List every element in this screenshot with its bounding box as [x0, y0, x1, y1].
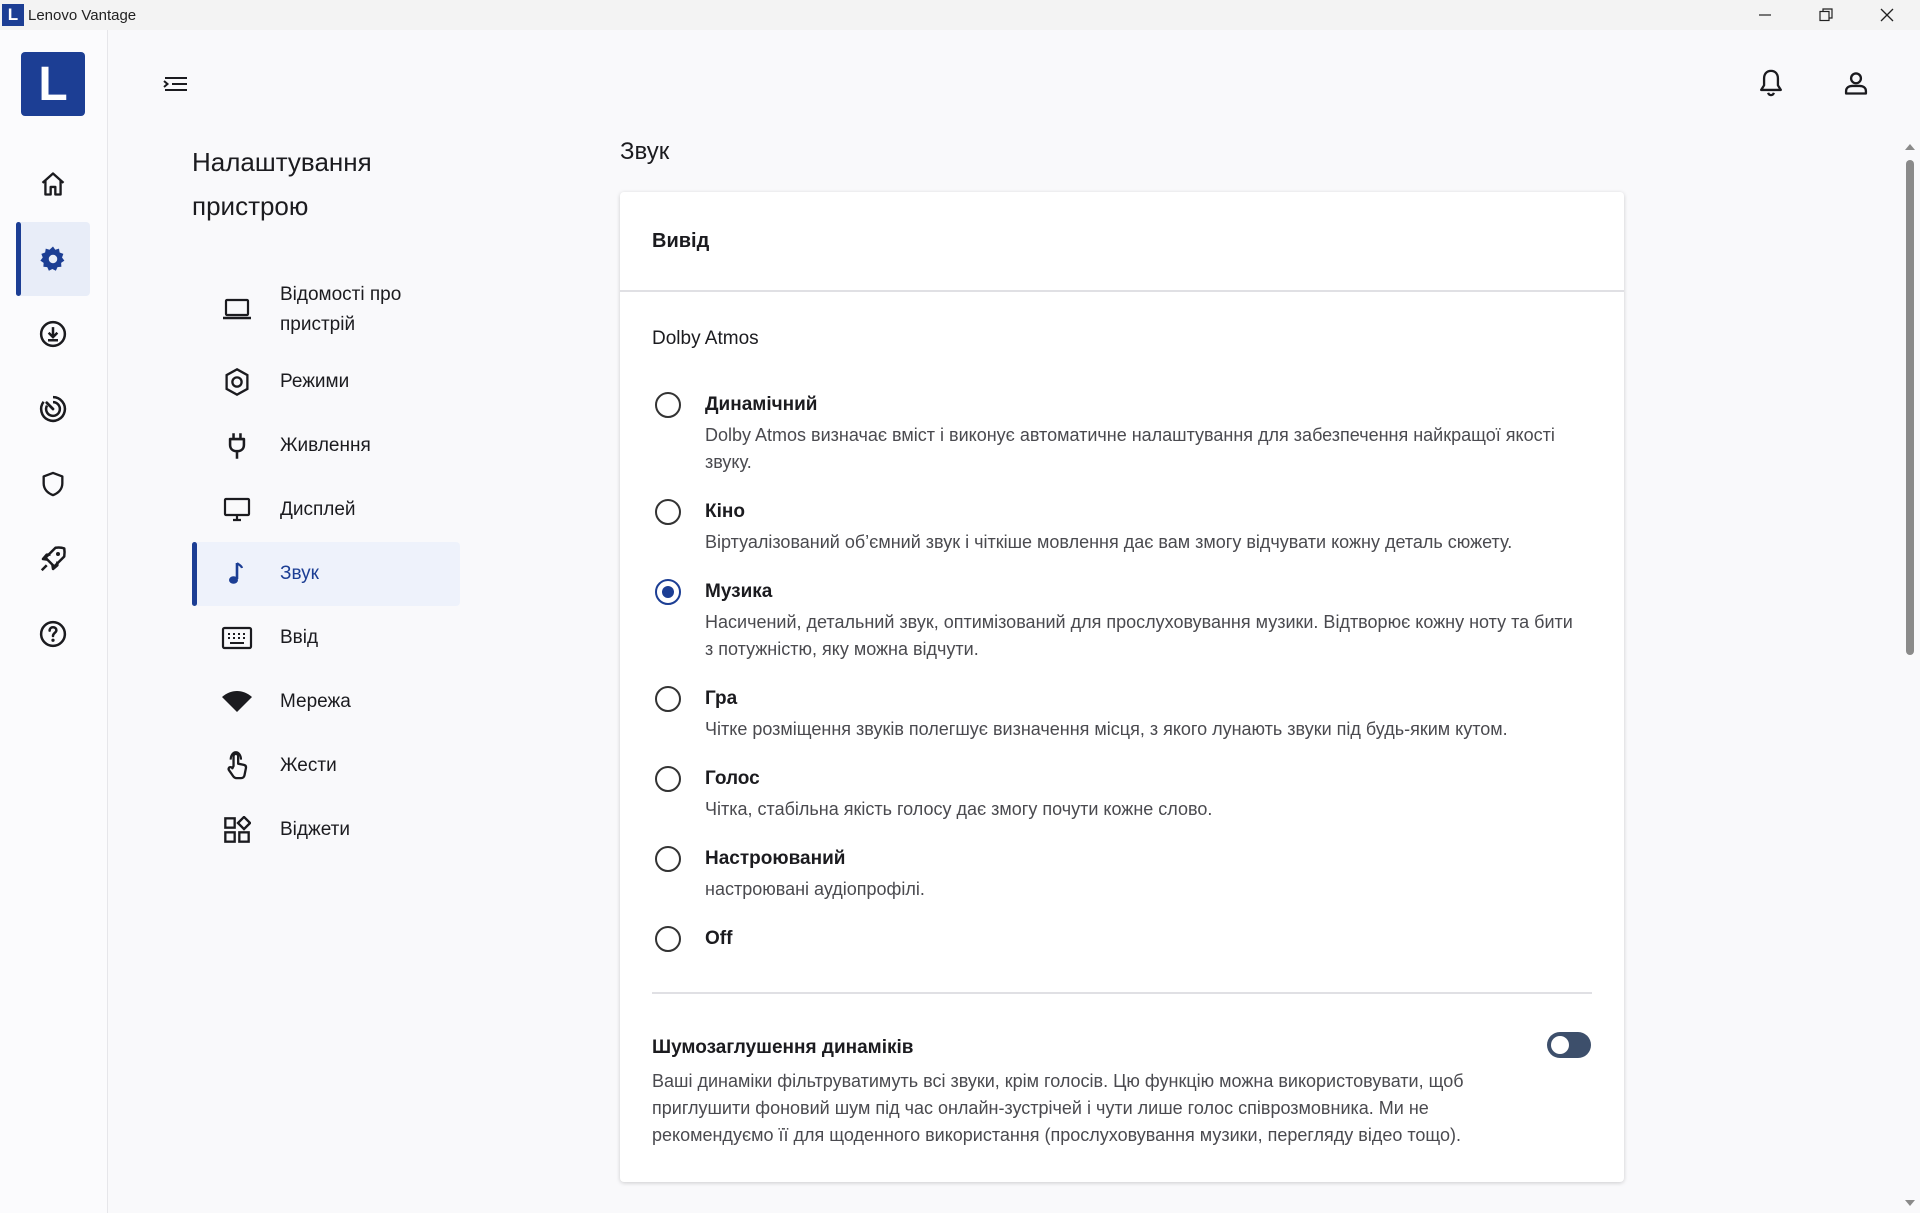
- window-title: Lenovo Vantage: [28, 6, 137, 24]
- minimize-button[interactable]: [1735, 0, 1795, 30]
- touch-icon: [220, 749, 254, 783]
- nav-item-label: Дисплей: [280, 499, 356, 520]
- option-description: настроювані аудіопрофілі.: [705, 879, 925, 899]
- keyboard-icon: [220, 621, 254, 655]
- nav-item-sound[interactable]: Звук: [192, 542, 460, 606]
- close-icon: [1880, 8, 1894, 22]
- bell-icon: [1760, 69, 1782, 97]
- monitor-icon: [220, 493, 254, 527]
- option-title: Голос: [705, 768, 760, 789]
- radio-button[interactable]: [655, 686, 681, 712]
- scrollbar[interactable]: [1904, 140, 1916, 1213]
- section-title: Налаштування пристрою: [192, 147, 372, 221]
- nav-item-network[interactable]: Мережа: [192, 670, 460, 734]
- wifi-icon: [220, 685, 254, 719]
- nav-item-label: Режими: [280, 371, 350, 392]
- page-title: Звук: [620, 138, 670, 165]
- radio-button[interactable]: [655, 499, 681, 525]
- nav-item-label: Віджети: [280, 819, 350, 840]
- music-note-icon: [220, 557, 254, 591]
- lenovo-logo[interactable]: L: [21, 52, 85, 116]
- option-title: Гра: [705, 688, 738, 709]
- help-icon: [39, 620, 67, 648]
- option-title: Настроюваний: [705, 848, 846, 869]
- radio-button-checked[interactable]: [655, 579, 681, 605]
- home-icon: [41, 172, 65, 196]
- nav-item-label: Жести: [280, 755, 337, 776]
- radio-button[interactable]: [655, 926, 681, 952]
- nav-item-label: Відомості про пристрій: [280, 284, 402, 335]
- restore-button[interactable]: [1796, 0, 1856, 30]
- menu-collapse-icon: [163, 77, 187, 91]
- nav-item-gestures[interactable]: Жести: [192, 734, 460, 798]
- noise-cancel-toggle[interactable]: [1547, 1032, 1591, 1058]
- rail-updates[interactable]: [16, 297, 90, 371]
- option-description: Чітка, стабільна якість голосу дає змогу…: [705, 799, 1213, 819]
- option-description: Віртуалізований об’ємний звук і чіткіше …: [705, 532, 1513, 552]
- shield-icon: [42, 471, 64, 497]
- dolby-atmos-label: Dolby Atmos: [652, 328, 759, 349]
- title-bar: L Lenovo Vantage: [0, 0, 1920, 30]
- rail-help[interactable]: [16, 597, 90, 671]
- nav-item-label: Мережа: [280, 691, 351, 712]
- nav-item-label: Звук: [280, 563, 319, 584]
- option-title: Кіно: [705, 501, 745, 522]
- radio-button[interactable]: [655, 846, 681, 872]
- plug-icon: [220, 429, 254, 463]
- close-button[interactable]: [1857, 0, 1917, 30]
- radio-button[interactable]: [655, 392, 681, 418]
- option-description: Чітке розміщення звуків полегшує визначе…: [705, 719, 1508, 739]
- gear-icon: [40, 246, 65, 271]
- hexagon-icon: [220, 365, 254, 399]
- nav-item-label: Живлення: [280, 435, 371, 456]
- option-title: Музика: [705, 581, 773, 602]
- divider: [652, 992, 1592, 994]
- account-button[interactable]: [1839, 66, 1873, 100]
- restore-icon: [1819, 8, 1833, 22]
- rail-security[interactable]: [16, 447, 90, 521]
- menu-collapse-button[interactable]: [160, 70, 192, 98]
- nav-item-input[interactable]: Ввід: [192, 606, 460, 670]
- option-title: Динамічний: [705, 394, 818, 415]
- notifications-button[interactable]: [1754, 66, 1788, 100]
- rail-boost[interactable]: [16, 522, 90, 596]
- radio-button[interactable]: [655, 766, 681, 792]
- rail-performance[interactable]: [16, 372, 90, 446]
- nav-item-modes[interactable]: Режими: [192, 350, 460, 414]
- device-settings-nav: Відомості про пристрій Режими Живлення Д…: [192, 270, 460, 862]
- download-icon: [39, 320, 67, 348]
- nav-item-label: Ввід: [280, 627, 319, 648]
- laptop-icon: [220, 293, 254, 327]
- minimize-icon: [1759, 14, 1771, 16]
- user-icon: [1844, 72, 1868, 95]
- scrollbar-thumb[interactable]: [1906, 160, 1914, 655]
- nav-item-widgets[interactable]: Віджети: [192, 798, 460, 862]
- nav-item-display[interactable]: Дисплей: [192, 478, 460, 542]
- output-card: Вивід Dolby Atmos Динамічний Dolby Atmos…: [620, 192, 1624, 1182]
- option-title: Off: [705, 928, 733, 949]
- noise-cancel-title: Шумозаглушення динаміків: [652, 1037, 914, 1058]
- nav-item-device-info[interactable]: Відомості про пристрій: [192, 270, 460, 350]
- app-badge: L: [2, 4, 24, 26]
- gauge-icon: [39, 395, 67, 423]
- scroll-up-icon: [1905, 144, 1915, 150]
- rail-home[interactable]: [16, 147, 90, 221]
- widgets-icon: [220, 813, 254, 847]
- rail-device-settings[interactable]: [16, 222, 90, 296]
- nav-item-power[interactable]: Живлення: [192, 414, 460, 478]
- card-title: Вивід: [620, 192, 1624, 292]
- option-description: Насичений, детальний звук, оптимізований…: [705, 612, 1573, 659]
- scroll-down-icon: [1905, 1200, 1915, 1206]
- rocket-icon: [40, 546, 66, 572]
- nav-rail: L: [0, 30, 108, 1213]
- option-description: Dolby Atmos визначає вміст і виконує авт…: [705, 425, 1555, 472]
- noise-cancel-description: Ваші динаміки фільтруватимуть всі звуки,…: [652, 1071, 1464, 1145]
